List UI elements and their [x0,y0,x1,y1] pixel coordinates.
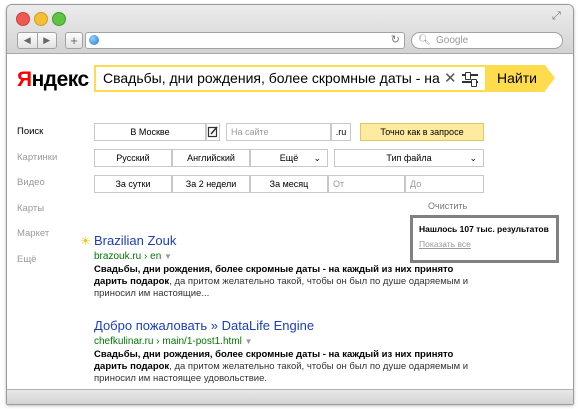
status-bar [7,389,573,404]
date-day[interactable]: За сутки [94,175,172,193]
site-input[interactable]: На сайте [226,123,331,141]
search-verticals-nav: Поиск Картинки Видео Карты Маркет Ещё [17,126,57,279]
chevron-down-icon[interactable]: ▼ [164,252,172,261]
date-to-input[interactable]: До [405,175,484,193]
minimize-window-button[interactable] [34,12,48,26]
clear-filters-link[interactable]: Очистить [428,201,467,211]
forward-button[interactable]: ▶ [38,33,57,48]
language-more-select[interactable]: Ещё ⌄ [250,149,328,167]
page-content: Яндекс Свадьбы, дни рождения, более скро… [7,54,573,404]
show-all-link[interactable]: Показать все [419,239,471,249]
tld-select[interactable]: .ru [331,123,351,141]
search-icon: 🔍︎ [418,35,431,46]
filetype-select[interactable]: Тип файла ⌄ [334,149,484,167]
result-url[interactable]: chefkulinar.ru › main/1-post1.html ▼ [94,336,253,347]
chevron-down-icon[interactable]: ▼ [245,337,253,346]
yandex-logo[interactable]: Яндекс [17,68,89,92]
date-from-input[interactable]: От [328,175,405,193]
zoom-window-button[interactable] [52,12,66,26]
fullscreen-icon[interactable]: ⤢ [552,10,564,22]
region-filter[interactable]: В Москве [94,123,206,141]
back-forward-group: ◀ ▶ [17,32,57,49]
reload-icon[interactable]: ↻ [391,33,400,48]
result-title[interactable]: Добро пожаловать » DataLife Engine [94,318,314,333]
search-settings-icon[interactable] [462,72,478,87]
edit-region-icon[interactable] [206,123,220,141]
nav-item-video[interactable]: Видео [17,177,57,203]
nav-item-maps[interactable]: Карты [17,203,57,229]
chevron-down-icon: ⌄ [469,153,477,163]
browser-search-field[interactable]: 🔍︎ Google [411,32,563,49]
nav-item-market[interactable]: Маркет [17,228,57,254]
globe-icon [89,35,99,45]
search-query-text[interactable]: Свадьбы, дни рождения, более скромные да… [103,67,441,90]
results-summary-box: Нашлось 107 тыс. результатов Показать вс… [410,215,559,263]
date-month[interactable]: За месяц [250,175,328,193]
search-input[interactable]: Свадьбы, дни рождения, более скромные да… [94,65,487,92]
result-url[interactable]: brazouk.ru › en ▼ [94,251,172,262]
chevron-down-icon: ⌄ [313,153,321,163]
sun-icon: ☀ [80,234,91,248]
date-two-weeks[interactable]: За 2 недели [172,175,250,193]
result-snippet: Свадьбы, дни рождения, более скромные да… [94,264,469,299]
browser-toolbar: ⤢ ◀ ▶ + ↻ 🔍︎ Google [7,5,573,54]
results-count: Нашлось 107 тыс. результатов [419,224,549,234]
back-button[interactable]: ◀ [18,33,38,48]
search-button[interactable]: Найти [485,65,555,92]
result-title[interactable]: Brazilian Zouk [94,233,176,248]
nav-item-search[interactable]: Поиск [17,126,57,152]
browser-search-placeholder: Google [436,35,469,46]
language-russian[interactable]: Русский [94,149,172,167]
close-window-button[interactable] [16,12,30,26]
nav-item-more[interactable]: Ещё [17,254,57,280]
clear-query-icon[interactable]: ✕ [444,67,457,90]
address-bar[interactable]: ↻ [85,32,405,49]
nav-item-images[interactable]: Картинки [17,152,57,178]
browser-window: ⤢ ◀ ▶ + ↻ 🔍︎ Google Яндекс Свадьбы, дни … [6,4,574,405]
result-snippet: Свадьбы, дни рождения, более скромные да… [94,349,469,384]
language-english[interactable]: Английский [172,149,250,167]
exact-match-toggle[interactable]: Точно как в запросе [360,123,484,141]
add-tab-button[interactable]: + [65,32,83,49]
